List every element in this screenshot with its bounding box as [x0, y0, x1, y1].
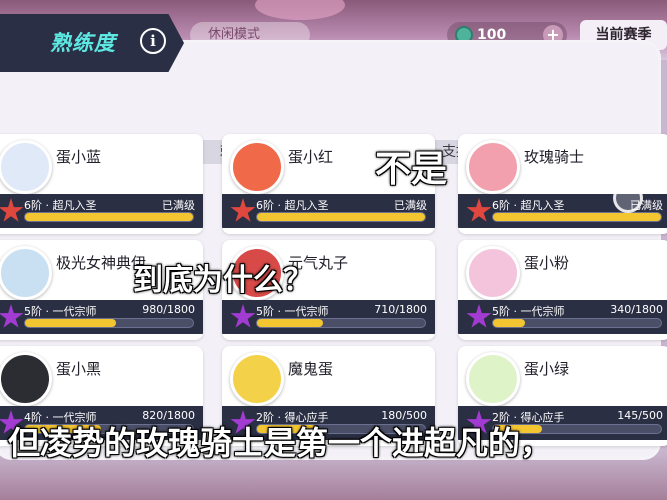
hero-name: 魔鬼蛋	[288, 360, 334, 378]
hero-card[interactable]: 蛋小蓝 6阶 · 超凡入圣 已满级	[0, 134, 203, 234]
hero-progress-area: 6阶 · 超凡入圣 已满级	[0, 194, 203, 228]
subtitle-line-2: 到底为什么？	[133, 263, 313, 298]
hero-progress-area: 6阶 · 超凡入圣 已满级	[222, 194, 435, 228]
hero-progress-area: 5阶 · 一代宗师 980/1800	[0, 300, 203, 334]
info-icon[interactable]: i	[140, 28, 166, 54]
hero-avatar	[0, 246, 52, 300]
rank-star-icon	[0, 198, 24, 222]
page-title: 熟练度	[50, 31, 116, 55]
hero-avatar	[466, 246, 520, 300]
progress-track	[24, 212, 194, 222]
rank-star-icon	[466, 198, 492, 222]
rank-star-icon	[466, 304, 492, 328]
scroll-handle[interactable]	[613, 183, 643, 213]
hero-name: 蛋小绿	[524, 360, 570, 378]
hero-rank: 6阶 · 超凡入圣	[492, 199, 565, 212]
hero-progress-text: 980/1800	[142, 303, 195, 316]
progress-fill	[257, 213, 425, 221]
progress-fill	[493, 319, 525, 327]
rank-star-icon	[0, 304, 24, 328]
hero-card[interactable]: 蛋小粉 5阶 · 一代宗师 340/1800	[458, 240, 667, 340]
hero-avatar	[466, 140, 520, 194]
hero-rank: 5阶 · 一代宗师	[24, 305, 97, 318]
rank-star-icon	[230, 198, 256, 222]
hero-name: 蛋小粉	[524, 254, 570, 272]
hero-progress-text: 145/500	[617, 409, 663, 422]
hero-rank: 5阶 · 一代宗师	[256, 305, 329, 318]
subtitle-line-3: 但凌势的玫瑰骑士是第一个进超凡的，	[8, 424, 553, 462]
hero-progress-text: 已满级	[162, 199, 195, 212]
rank-star-icon	[230, 304, 256, 328]
hero-rank: 6阶 · 超凡入圣	[24, 199, 97, 212]
hero-card[interactable]: 玫瑰骑士 6阶 · 超凡入圣 已满级	[458, 134, 667, 234]
hero-progress-text: 340/1800	[610, 303, 663, 316]
hero-progress-text: 已满级	[394, 199, 427, 212]
hero-avatar	[466, 352, 520, 406]
hero-avatar	[0, 352, 52, 406]
progress-fill	[257, 319, 323, 327]
progress-track	[256, 318, 426, 328]
progress-track	[256, 212, 426, 222]
hero-progress-area: 5阶 · 一代宗师 710/1800	[222, 300, 435, 334]
progress-fill	[493, 213, 661, 221]
hero-avatar	[230, 140, 284, 194]
hero-rank: 5阶 · 一代宗师	[492, 305, 565, 318]
hero-avatar	[230, 352, 284, 406]
hero-name: 玫瑰骑士	[524, 148, 585, 166]
hero-progress-text: 710/1800	[374, 303, 427, 316]
hero-rank: 6阶 · 超凡入圣	[256, 199, 329, 212]
hero-name: 蛋小红	[288, 148, 334, 166]
progress-fill	[25, 213, 193, 221]
hero-name: 蛋小蓝	[56, 148, 102, 166]
hero-name: 蛋小黑	[56, 360, 102, 378]
progress-fill	[25, 319, 116, 327]
progress-track	[24, 318, 194, 328]
hero-avatar	[0, 140, 52, 194]
progress-track	[492, 212, 662, 222]
hero-progress-area: 5阶 · 一代宗师 340/1800	[458, 300, 667, 334]
progress-track	[492, 318, 662, 328]
subtitle-line-1: 不是	[375, 149, 448, 190]
